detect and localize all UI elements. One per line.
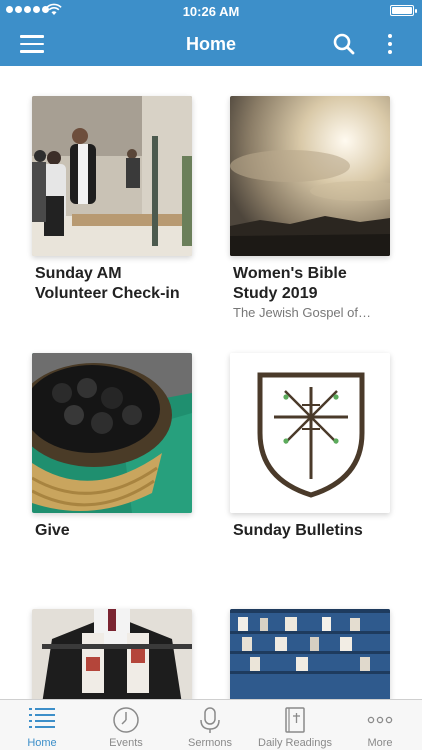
card-clergy[interactable] — [32, 609, 202, 699]
more-icon — [367, 716, 393, 724]
tab-label: Daily Readings — [258, 737, 332, 749]
card-title: Sunday Bulletins — [233, 522, 363, 539]
card-library[interactable] — [230, 609, 400, 699]
more-options-icon[interactable] — [380, 32, 400, 56]
card-subtitle: The Jewish Gospel of… — [233, 305, 372, 320]
tab-label: More — [367, 737, 393, 749]
card-title: Women's Bible Study 2019 — [233, 265, 347, 302]
tab-daily-readings[interactable]: Daily Readings — [252, 700, 338, 751]
tab-bar: Home Events Sermons Daily Readings More — [0, 699, 422, 750]
tab-label: Events — [109, 737, 143, 749]
navigation-bar: Home — [0, 22, 422, 66]
volunteer-checkin-image — [32, 96, 192, 256]
battery-icon — [390, 5, 417, 16]
search-icon[interactable] — [333, 33, 355, 55]
tab-label: Sermons — [187, 737, 233, 749]
church-logo-image — [230, 353, 390, 513]
clergy-vestment-image — [32, 609, 192, 699]
card-volunteer-checkin[interactable]: Sunday AM Volunteer Check-in — [32, 96, 202, 304]
card-give[interactable]: Give — [32, 353, 202, 541]
card-title: Sunday AM Volunteer Check-in — [35, 265, 180, 302]
status-time: 10:26 AM — [182, 4, 240, 19]
tab-sermons[interactable]: Sermons — [168, 700, 252, 751]
bible-icon — [285, 707, 305, 733]
bible-study-image — [230, 96, 390, 256]
tab-label: Home — [27, 737, 57, 749]
card-sunday-bulletins[interactable]: Sunday Bulletins — [230, 353, 400, 541]
status-bar: 10:26 AM — [0, 0, 422, 22]
tab-events[interactable]: Events — [84, 700, 168, 751]
clock-icon — [113, 707, 139, 733]
page-title: Home — [185, 34, 236, 54]
list-icon — [29, 708, 55, 728]
bookshelf-image — [230, 609, 390, 699]
home-grid: Sunday AM Volunteer Check-in Women's Bib… — [0, 66, 422, 699]
card-womens-bible-study[interactable]: Women's Bible Study 2019 The Jewish Gosp… — [230, 96, 400, 320]
card-title: Give — [35, 522, 70, 539]
tab-home[interactable]: Home — [0, 700, 84, 751]
tab-more[interactable]: More — [338, 700, 422, 751]
microphone-icon — [200, 707, 220, 733]
offering-basket-image — [32, 353, 192, 513]
